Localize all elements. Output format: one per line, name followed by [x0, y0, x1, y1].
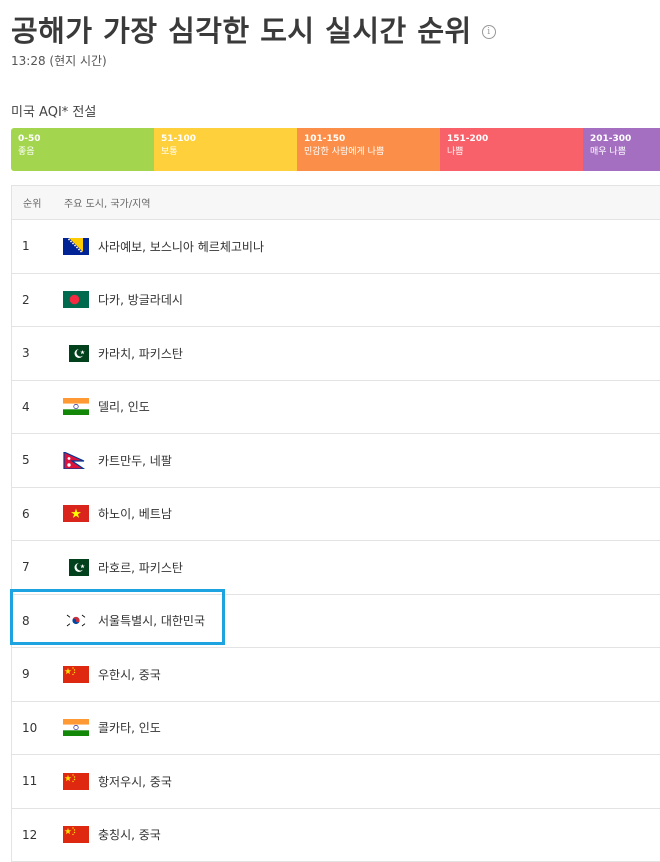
rank: 9	[12, 667, 63, 681]
aqi-legend: 0-50좋음 51-100보통 101-150민감한 사람에게 나쁨 151-2…	[11, 128, 660, 171]
legend-unhealthy: 151-200나쁨	[440, 128, 583, 171]
rank: 1	[12, 239, 63, 253]
bangladesh-flag-icon	[63, 291, 89, 308]
title-row: 공해가 가장 심각한 도시 실시간 순위 i	[11, 8, 496, 50]
legend-moderate: 51-100보통	[154, 128, 297, 171]
rank: 7	[12, 560, 63, 574]
rank: 10	[12, 721, 63, 735]
table-header: 순위 주요 도시, 국가/지역	[12, 186, 660, 220]
pakistan-flag-icon	[63, 345, 89, 362]
city-name[interactable]: 카트만두, 네팔	[98, 452, 172, 469]
table-row[interactable]: 3 카라치, 파키스탄	[12, 327, 660, 381]
city-name[interactable]: 콜카타, 인도	[98, 719, 161, 736]
table-row[interactable]: 9 우한시, 중국	[12, 648, 660, 702]
rank: 11	[12, 774, 63, 788]
legend-title: 미국 AQI* 전설	[11, 101, 96, 120]
ranking-table: 순위 주요 도시, 국가/지역 1 사라예보, 보스니아 헤르체고비나 2 다카…	[11, 185, 660, 862]
page-title: 공해가 가장 심각한 도시 실시간 순위	[11, 8, 472, 50]
city-name[interactable]: 하노이, 베트남	[98, 505, 172, 522]
local-time: 13:28 (현지 시간)	[11, 52, 107, 69]
rank: 12	[12, 828, 63, 842]
table-row[interactable]: 6 하노이, 베트남	[12, 488, 660, 542]
table-row[interactable]: 1 사라예보, 보스니아 헤르체고비나	[12, 220, 660, 274]
india-flag-icon	[63, 398, 89, 415]
legend-good: 0-50좋음	[11, 128, 154, 171]
table-row[interactable]: 7 라호르, 파키스탄	[12, 541, 660, 595]
table-row[interactable]: 5 카트만두, 네팔	[12, 434, 660, 488]
city-name[interactable]: 항저우시, 중국	[98, 773, 172, 790]
bosnia-flag-icon	[63, 238, 89, 255]
rank: 3	[12, 346, 63, 360]
rank: 4	[12, 400, 63, 414]
rank: 2	[12, 293, 63, 307]
table-row[interactable]: 4 델리, 인도	[12, 381, 660, 435]
city-name[interactable]: 사라예보, 보스니아 헤르체고비나	[98, 238, 264, 255]
header-city: 주요 도시, 국가/지역	[64, 195, 151, 210]
city-name[interactable]: 라호르, 파키스탄	[98, 559, 183, 576]
rank: 5	[12, 453, 63, 467]
nepal-flag-icon	[63, 452, 89, 469]
city-name[interactable]: 카라치, 파키스탄	[98, 345, 183, 362]
china-flag-icon	[63, 826, 89, 843]
table-row[interactable]: 11 항저우시, 중국	[12, 755, 660, 809]
city-name[interactable]: 충칭시, 중국	[98, 826, 161, 843]
china-flag-icon	[63, 666, 89, 683]
india-flag-icon	[63, 719, 89, 736]
info-icon[interactable]: i	[482, 25, 496, 39]
table-row[interactable]: 12 충칭시, 중국	[12, 809, 660, 862]
pakistan-flag-icon	[63, 559, 89, 576]
legend-very-unhealthy: 201-300매우 나쁨	[583, 128, 660, 171]
vietnam-flag-icon	[63, 505, 89, 522]
china-flag-icon	[63, 773, 89, 790]
city-name[interactable]: 델리, 인도	[98, 398, 150, 415]
table-row[interactable]: 10 콜카타, 인도	[12, 702, 660, 756]
rank: 6	[12, 507, 63, 521]
highlight-box	[10, 589, 225, 645]
header-rank: 순위	[12, 195, 64, 210]
legend-unhealthy-sensitive: 101-150민감한 사람에게 나쁨	[297, 128, 440, 171]
city-name[interactable]: 다카, 방글라데시	[98, 291, 183, 308]
table-row[interactable]: 2 다카, 방글라데시	[12, 274, 660, 328]
city-name[interactable]: 우한시, 중국	[98, 666, 161, 683]
